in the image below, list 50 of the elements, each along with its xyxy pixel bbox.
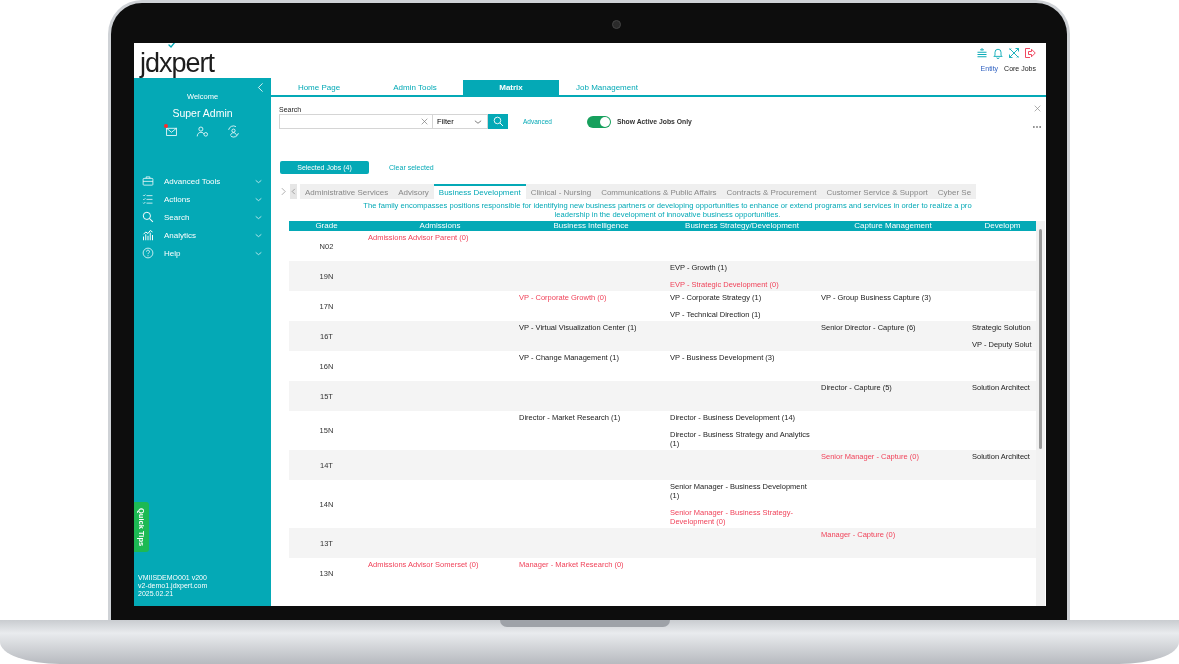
column-header: Grade xyxy=(314,221,339,231)
column-header: Developm xyxy=(983,221,1022,231)
nav-tab[interactable]: Job Management xyxy=(559,80,655,95)
briefcase-icon xyxy=(142,175,154,187)
tools-icon[interactable] xyxy=(1008,47,1020,59)
column-header: Business Intelligence xyxy=(552,221,630,231)
family-tab[interactable]: Contracts & Procurement xyxy=(721,184,822,199)
check-icon xyxy=(168,43,176,49)
column-header: Admissions xyxy=(418,221,462,231)
logout-icon[interactable] xyxy=(1024,47,1036,59)
chevron-left-icon xyxy=(290,188,297,195)
scrollbar[interactable] xyxy=(1036,221,1045,606)
chart-icon xyxy=(142,229,154,241)
nav-tab[interactable]: Home Page xyxy=(271,80,367,95)
family-tab[interactable]: Cyber Se xyxy=(932,184,977,199)
checklist-icon xyxy=(142,193,154,205)
search-button[interactable] xyxy=(488,114,508,129)
user-name: Super Admin xyxy=(172,107,233,119)
search-field[interactable] xyxy=(279,114,433,129)
family-tab[interactable]: Communications & Public Affairs xyxy=(596,184,722,199)
close-icon[interactable] xyxy=(1032,104,1042,113)
family-tab[interactable]: Business Development xyxy=(433,184,526,199)
family-tab[interactable]: Clinical - Nursing xyxy=(525,184,597,199)
mail-icon[interactable] xyxy=(165,125,178,138)
nav-tab[interactable]: Admin Tools xyxy=(367,80,463,95)
search-icon xyxy=(492,116,504,127)
scroll-left-button[interactable] xyxy=(290,184,297,199)
family-tab[interactable]: Administrative Services xyxy=(300,184,394,199)
column-header: Business Strategy/Development xyxy=(684,221,800,231)
camera-icon xyxy=(612,20,621,29)
clear-icon[interactable] xyxy=(420,117,429,126)
menu-item[interactable]: Analytics xyxy=(142,228,263,242)
menu-item[interactable]: Search xyxy=(142,210,263,224)
family-tab[interactable]: Customer Service & Support xyxy=(821,184,933,199)
logo-text: jdxpert xyxy=(140,48,215,79)
column-header: Capture Management xyxy=(853,221,933,231)
nav-tab[interactable]: Matrix xyxy=(463,80,559,95)
layers-icon[interactable] xyxy=(976,47,988,59)
menu-item[interactable]: Advanced Tools xyxy=(142,174,263,188)
help-icon xyxy=(142,247,154,259)
chevron-right-icon[interactable] xyxy=(279,187,288,196)
collapse-icon[interactable] xyxy=(255,82,266,93)
search-icon xyxy=(142,211,154,223)
family-tab[interactable]: Advisory xyxy=(393,184,434,199)
menu-item[interactable]: Actions xyxy=(142,192,263,206)
menu-item[interactable]: Help xyxy=(142,246,263,260)
bell-icon[interactable] xyxy=(992,47,1004,59)
user-switch-icon[interactable] xyxy=(227,125,240,138)
user-settings-icon[interactable] xyxy=(196,125,209,138)
toggle-switch[interactable] xyxy=(586,115,611,128)
